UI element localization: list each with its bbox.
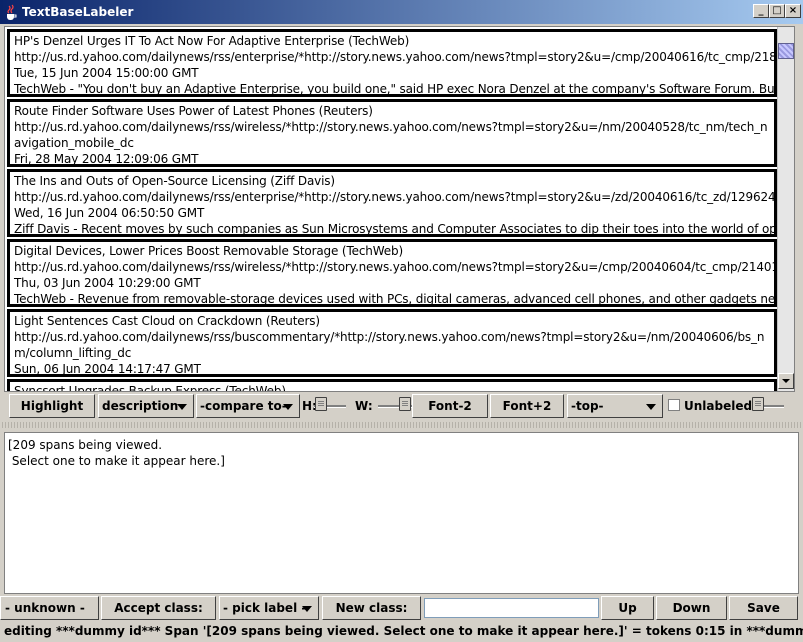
chevron-down-icon [177,404,187,410]
compare-to-select[interactable]: -compare to- [196,394,300,418]
maximize-button[interactable]: □ [769,4,785,18]
item-title: Syncsort Upgrades Backup Express (TechWe… [14,384,286,392]
item-url: http://us.rd.yahoo.com/dailynews/rss/ent… [14,190,776,204]
java-cup-icon [7,4,17,20]
close-button[interactable]: × [785,4,801,18]
item-date: Sun, 06 Jun 2004 14:17:47 GMT [14,362,201,376]
list-item[interactable]: The Ins and Outs of Open-Source Licensin… [7,169,777,237]
vertical-scrollbar[interactable] [777,27,794,391]
accept-class-button[interactable]: Accept class: [101,596,216,620]
unlabeled-label: Unlabeled [684,399,753,413]
title-bar: TextBaseLabeler _ □ × [0,0,803,24]
pick-label-select-value: - pick label - [223,601,307,615]
down-button[interactable]: Down [656,596,727,620]
item-title: Route Finder Software Uses Power of Late… [14,104,373,118]
item-summary: Ziff Davis - Recent moves by such compan… [14,222,777,236]
list-item[interactable]: Digital Devices, Lower Prices Boost Remo… [7,239,777,307]
h-slider-handle[interactable] [315,397,327,411]
description-select-value: description [102,399,179,413]
description-select[interactable]: description [98,394,194,418]
highlight-button[interactable]: Highlight [9,394,95,418]
new-class-button[interactable]: New class: [322,596,421,620]
font-smaller-button[interactable]: Font-2 [412,394,488,418]
item-date: Tue, 15 Jun 2004 15:00:00 GMT [14,66,199,80]
span-list[interactable]: HP's Denzel Urges IT To Act Now For Adap… [4,26,795,392]
item-title: Light Sentences Cast Cloud on Crackdown … [14,314,320,328]
item-title: The Ins and Outs of Open-Source Licensin… [14,174,335,188]
item-title: Digital Devices, Lower Prices Boost Remo… [14,244,403,258]
chevron-down-icon [646,404,656,410]
item-summary: TechWeb - "You don't buy an Adaptive Ent… [14,82,777,96]
save-button[interactable]: Save [729,596,798,620]
up-button[interactable]: Up [601,596,654,620]
status-bar: editing ***dummy id*** Span '[209 spans … [4,624,803,638]
item-url: http://us.rd.yahoo.com/dailynews/rss/wir… [14,260,777,274]
w-slider-label: W: [355,399,373,413]
scroll-down-button[interactable] [778,373,794,389]
item-title: HP's Denzel Urges IT To Act Now For Adap… [14,34,410,48]
list-item[interactable]: HP's Denzel Urges IT To Act Now For Adap… [7,29,777,97]
top-select[interactable]: -top- [567,394,663,418]
current-class-label: - unknown - [0,596,99,620]
unlabeled-checkbox[interactable] [668,399,680,411]
list-item[interactable]: Route Finder Software Uses Power of Late… [7,99,777,167]
w-slider-handle[interactable] [399,397,411,411]
top-select-value: -top- [571,399,604,413]
pick-label-select[interactable]: - pick label - [219,596,319,620]
span-text-area[interactable]: [209 spans being viewed. Select one to m… [4,432,799,594]
list-item[interactable]: Light Sentences Cast Cloud on Crackdown … [7,309,777,377]
font-larger-button[interactable]: Font+2 [490,394,564,418]
compare-to-select-value: -compare to- [200,399,287,413]
minimize-button[interactable]: _ [753,4,769,18]
chevron-down-icon [302,606,312,612]
toolbar: Highlight description -compare to- H: W:… [0,393,803,419]
item-url: http://us.rd.yahoo.com/dailynews/rss/wir… [14,120,768,150]
item-date: Fri, 28 May 2004 12:09:06 GMT [14,152,199,166]
item-url: http://us.rd.yahoo.com/dailynews/rss/ent… [14,50,777,64]
item-summary: TechWeb - Revenue from removable-storage… [14,292,777,306]
new-class-input[interactable] [424,598,599,618]
split-pane-divider[interactable] [0,422,803,428]
item-date: Thu, 03 Jun 2004 10:29:00 GMT [14,276,201,290]
chevron-down-icon [782,379,790,383]
bottom-bar: - unknown - Accept class: - pick label -… [0,596,803,621]
item-url: http://us.rd.yahoo.com/dailynews/rss/bus… [14,330,765,360]
extra-slider-handle[interactable] [752,397,764,411]
item-date: Wed, 16 Jun 2004 06:50:50 GMT [14,206,205,220]
window-title: TextBaseLabeler [22,5,134,19]
list-item[interactable]: Syncsort Upgrades Backup Express (TechWe… [7,379,777,392]
chevron-down-icon [283,404,293,410]
scrollbar-thumb[interactable] [778,43,794,59]
